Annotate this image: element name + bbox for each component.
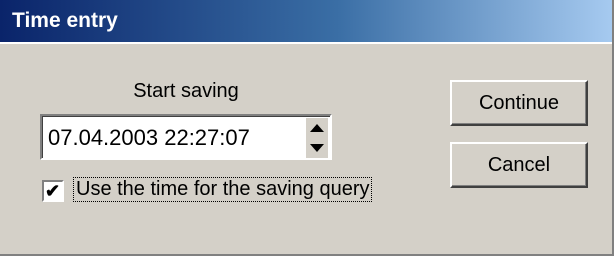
spin-up-button[interactable] — [306, 118, 328, 138]
window-title: Time entry — [12, 9, 118, 32]
time-entry-dialog: Time entry Start saving 07.04.2003 22:27… — [0, 0, 614, 256]
start-saving-label: Start saving — [133, 80, 239, 102]
use-time-checkbox-label[interactable]: Use the time for the saving query — [72, 177, 373, 202]
arrow-up-icon — [310, 124, 324, 132]
start-datetime-picker[interactable]: 07.04.2003 22:27:07 — [40, 114, 332, 160]
title-bar[interactable]: Time entry — [0, 0, 612, 44]
spin-down-button[interactable] — [306, 138, 328, 158]
start-datetime-value[interactable]: 07.04.2003 22:27:07 — [48, 125, 250, 151]
checkmark-icon: ✔ — [45, 181, 61, 201]
cancel-button[interactable]: Cancel — [450, 142, 588, 188]
use-time-checkbox[interactable]: ✔ — [42, 180, 64, 202]
arrow-down-icon — [310, 144, 324, 152]
continue-button[interactable]: Continue — [450, 80, 588, 126]
datetime-spinner[interactable] — [306, 118, 328, 158]
